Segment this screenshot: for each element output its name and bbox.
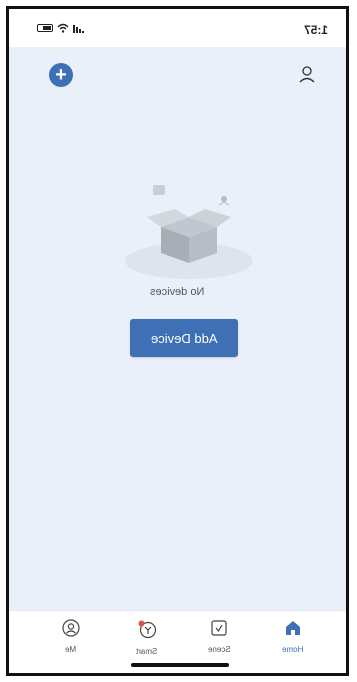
phone-frame: 1:57 + No devices Add Device Me Smart Sc… <box>6 6 349 676</box>
add-device-plus-button[interactable]: + <box>49 63 73 87</box>
tab-label: Home <box>282 645 304 654</box>
signal-icon <box>73 24 84 33</box>
person-circle-icon <box>62 619 80 637</box>
scene-icon <box>211 620 227 636</box>
tab-smart[interactable]: Smart <box>117 619 177 656</box>
bottom-tab-bar: Me Smart Scene Home <box>9 610 346 673</box>
tab-label: Scene <box>207 645 231 654</box>
status-icons <box>37 23 85 33</box>
no-devices-message: No devices <box>150 286 205 298</box>
tab-me[interactable]: Me <box>41 619 101 654</box>
tab-scene[interactable]: Scene <box>189 619 249 654</box>
tab-home[interactable]: Home <box>263 619 323 654</box>
person-icon[interactable] <box>298 65 316 83</box>
tab-label: Me <box>65 645 77 654</box>
empty-box-illustration <box>125 185 253 279</box>
plus-icon: + <box>55 64 67 86</box>
notification-dot <box>138 620 145 627</box>
smart-icon <box>138 620 157 639</box>
status-time: 1:57 <box>303 23 328 37</box>
home-indicator <box>131 663 229 667</box>
add-device-button[interactable]: Add Device <box>130 319 238 357</box>
wifi-icon <box>57 23 69 33</box>
tab-label: Smart <box>136 647 158 656</box>
status-bar: 1:57 <box>9 9 346 47</box>
home-icon <box>286 621 300 635</box>
battery-icon <box>37 24 53 32</box>
